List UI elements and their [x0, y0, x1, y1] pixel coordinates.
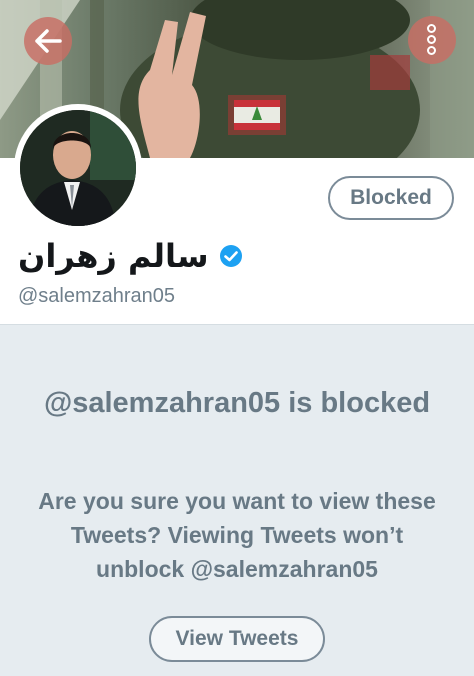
profile-name-row: سالم زهران [18, 234, 243, 278]
back-arrow-icon [35, 29, 62, 53]
more-options-button[interactable] [408, 16, 456, 64]
more-vertical-icon [427, 24, 437, 57]
back-button[interactable] [24, 17, 72, 65]
view-tweets-button[interactable]: View Tweets [149, 616, 325, 662]
blocked-button[interactable]: Blocked [328, 176, 454, 220]
display-name: سالم زهران [18, 237, 209, 275]
avatar-image [20, 110, 136, 226]
blocked-message: Are you sure you want to view these Twee… [38, 488, 436, 582]
blocked-title: @salemzahran05 is blocked [43, 387, 431, 419]
avatar[interactable] [14, 104, 142, 232]
profile-handle: @salemzahran05 [18, 285, 176, 307]
verified-badge-icon [219, 245, 242, 267]
